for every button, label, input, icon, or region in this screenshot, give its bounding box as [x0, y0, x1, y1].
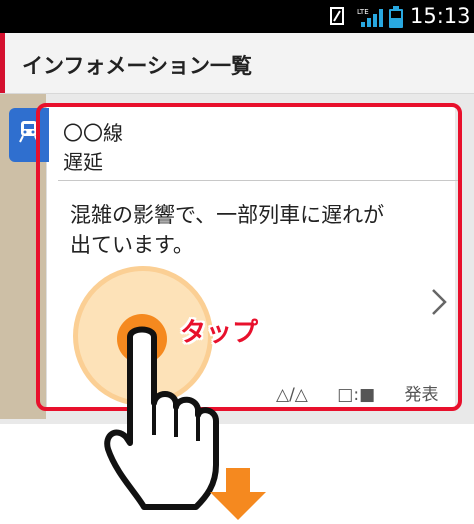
down-arrow-icon — [210, 468, 266, 520]
svg-text:LTE: LTE — [357, 8, 369, 16]
sim-icon — [330, 7, 344, 25]
status-bar: LTE 15:13 — [0, 0, 474, 33]
page-title: インフォメーション一覧 — [22, 54, 252, 78]
app-header: インフォメーション一覧 — [0, 33, 474, 94]
clock: 15:13 — [410, 4, 471, 28]
lte-signal-icon: LTE — [357, 8, 383, 27]
pointing-hand-icon — [104, 326, 219, 510]
battery-icon — [389, 6, 403, 28]
header-accent — [0, 33, 5, 93]
